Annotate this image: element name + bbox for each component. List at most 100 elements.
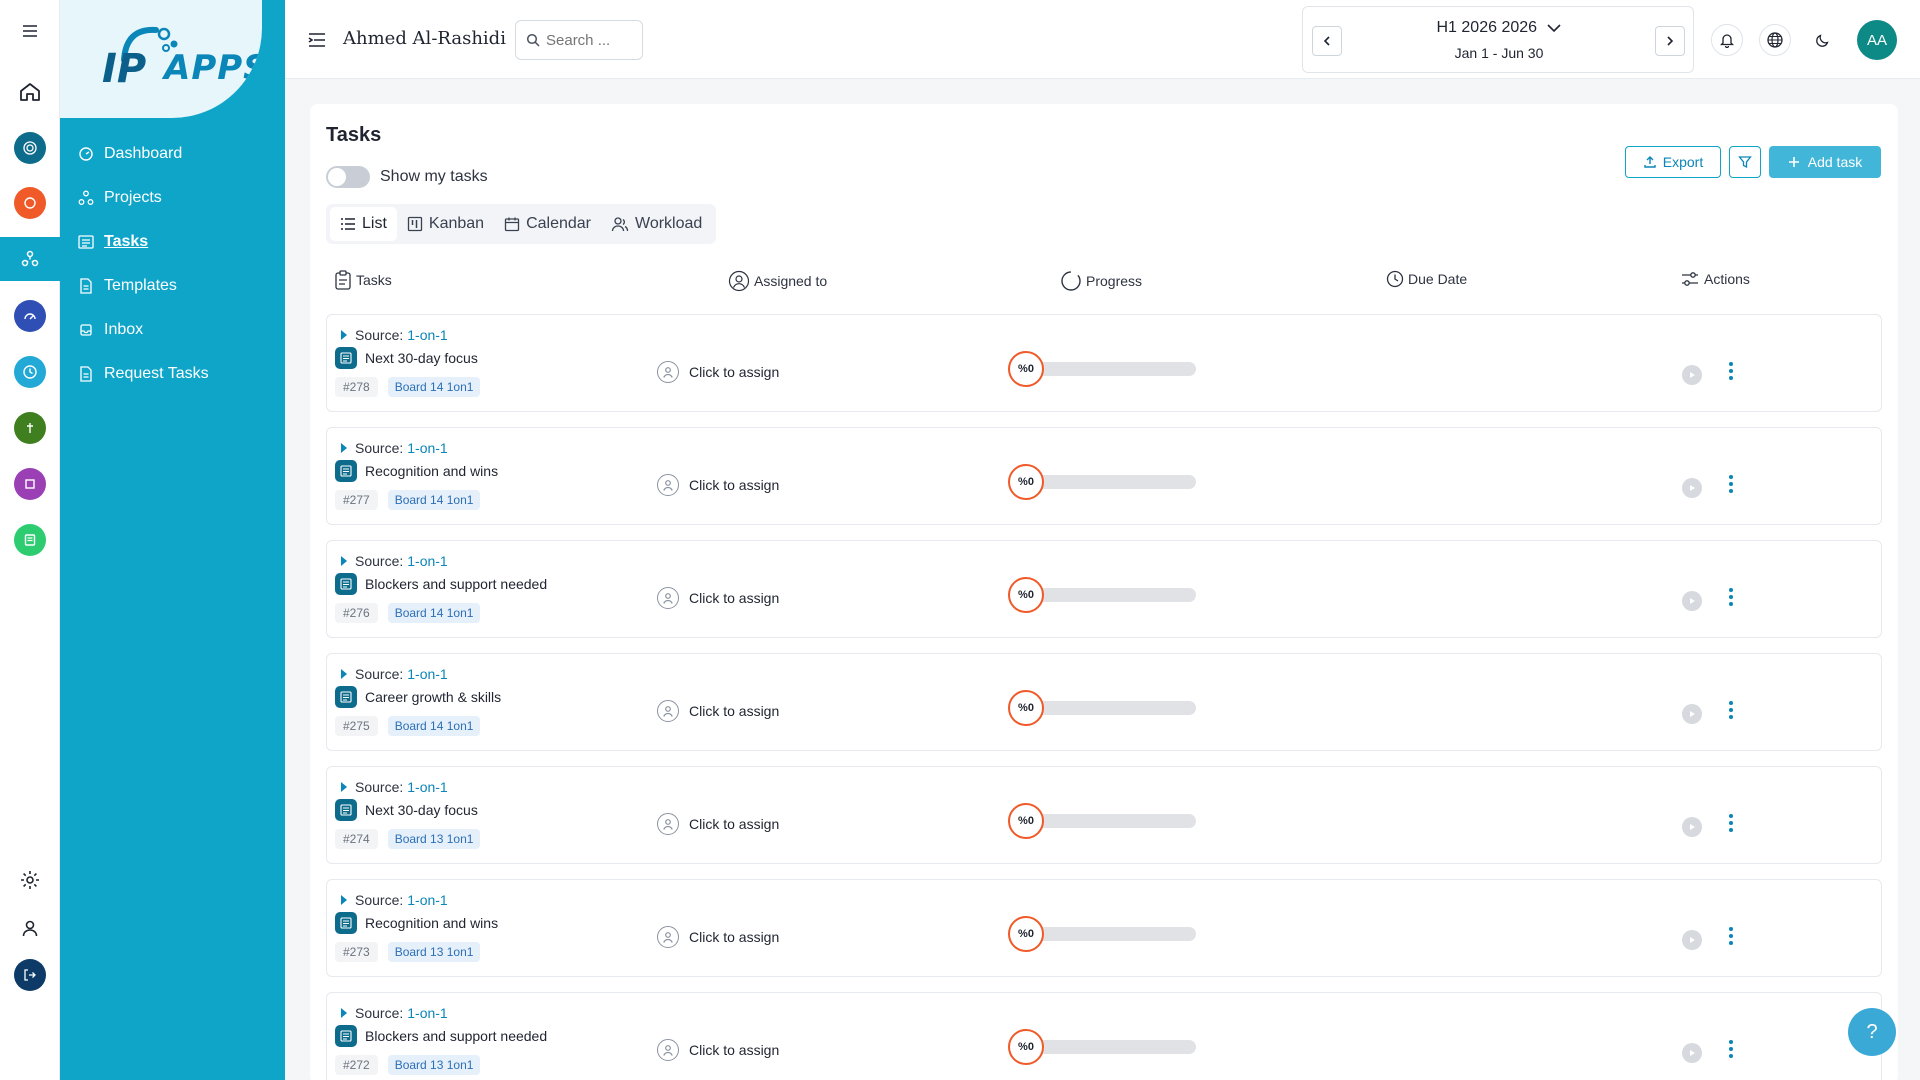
expand-caret-icon[interactable]: [341, 669, 347, 679]
sidebar-item-inbox[interactable]: Inbox: [60, 308, 285, 352]
more-options-icon[interactable]: [1719, 585, 1743, 609]
source-link[interactable]: 1-on-1: [407, 327, 447, 343]
filter-button[interactable]: [1729, 146, 1761, 178]
tasks-app-icon[interactable]: [0, 237, 60, 281]
task-title[interactable]: Next 30-day focus: [335, 347, 478, 369]
home-icon[interactable]: [0, 70, 60, 114]
sidebar-item-projects[interactable]: Projects: [60, 176, 285, 220]
more-options-icon[interactable]: [1719, 924, 1743, 948]
search-box[interactable]: [515, 20, 643, 60]
assign-button[interactable]: Click to assign: [657, 474, 779, 496]
sidebar-item-request-tasks[interactable]: Request Tasks: [60, 352, 285, 396]
more-options-icon[interactable]: [1719, 1037, 1743, 1061]
bell-icon[interactable]: [1711, 24, 1743, 56]
moon-icon[interactable]: [1807, 24, 1839, 56]
task-title[interactable]: Blockers and support needed: [335, 573, 547, 595]
sidebar-item-tasks[interactable]: Tasks: [60, 220, 285, 264]
user-placeholder-icon: [657, 474, 679, 496]
assign-button[interactable]: Click to assign: [657, 813, 779, 835]
source-link[interactable]: 1-on-1: [407, 779, 447, 795]
table-row[interactable]: Source: 1-on-1 Recognition and wins #273…: [326, 879, 1882, 977]
tab-list[interactable]: List: [330, 207, 397, 241]
sidebar-item-templates[interactable]: Templates: [60, 264, 285, 308]
progress-bar: %0: [1008, 803, 1208, 839]
more-options-icon[interactable]: [1719, 359, 1743, 383]
more-options-icon[interactable]: [1719, 472, 1743, 496]
tab-calendar[interactable]: Calendar: [494, 207, 601, 241]
task-title[interactable]: Recognition and wins: [335, 912, 498, 934]
task-title[interactable]: Blockers and support needed: [335, 1025, 547, 1047]
assign-button[interactable]: Click to assign: [657, 926, 779, 948]
export-button[interactable]: Export: [1625, 146, 1721, 178]
period-title[interactable]: H1 2026 2026: [1303, 19, 1695, 37]
board-badge[interactable]: Board 14 1on1: [387, 377, 481, 397]
source-link[interactable]: 1-on-1: [407, 553, 447, 569]
expand-caret-icon[interactable]: [341, 330, 347, 340]
sidebar-item-dashboard[interactable]: Dashboard: [60, 132, 285, 176]
board-badge[interactable]: Board 13 1on1: [387, 829, 481, 849]
table-row[interactable]: Source: 1-on-1 Recognition and wins #277…: [326, 427, 1882, 525]
expand-caret-icon[interactable]: [341, 895, 347, 905]
play-icon[interactable]: [1682, 930, 1702, 950]
show-my-tasks-switch[interactable]: [326, 166, 370, 188]
expand-caret-icon[interactable]: [341, 782, 347, 792]
source-link[interactable]: 1-on-1: [407, 892, 447, 908]
search-input[interactable]: [546, 31, 636, 49]
green-app-icon[interactable]: [0, 406, 60, 450]
tab-kanban[interactable]: Kanban: [397, 207, 494, 241]
table-row[interactable]: Source: 1-on-1 Next 30-day focus #274 Bo…: [326, 766, 1882, 864]
source-link[interactable]: 1-on-1: [407, 1005, 447, 1021]
expand-caret-icon[interactable]: [341, 1008, 347, 1018]
board-badge[interactable]: Board 13 1on1: [387, 1055, 481, 1075]
board-badge[interactable]: Board 14 1on1: [387, 716, 481, 736]
icon-rail: [0, 0, 60, 1080]
more-options-icon[interactable]: [1719, 811, 1743, 835]
table-row[interactable]: Source: 1-on-1 Blockers and support need…: [326, 540, 1882, 638]
settings-icon[interactable]: [0, 858, 60, 902]
board-badge[interactable]: Board 13 1on1: [387, 942, 481, 962]
assign-button[interactable]: Click to assign: [657, 361, 779, 383]
table-row[interactable]: Source: 1-on-1 Blockers and support need…: [326, 992, 1882, 1080]
add-task-button[interactable]: Add task: [1769, 146, 1881, 178]
user-icon[interactable]: [0, 906, 60, 950]
play-icon[interactable]: [1682, 591, 1702, 611]
orange-app-icon[interactable]: [0, 181, 60, 225]
play-icon[interactable]: [1682, 365, 1702, 385]
globe-icon[interactable]: [1759, 24, 1791, 56]
play-icon[interactable]: [1682, 704, 1702, 724]
avatar[interactable]: AA: [1857, 20, 1897, 60]
tab-workload[interactable]: Workload: [601, 207, 712, 241]
logout-icon[interactable]: [0, 953, 60, 997]
task-title[interactable]: Recognition and wins: [335, 460, 498, 482]
assign-button[interactable]: Click to assign: [657, 700, 779, 722]
purple-app-icon[interactable]: [0, 462, 60, 506]
play-icon[interactable]: [1682, 1043, 1702, 1063]
more-options-icon[interactable]: [1719, 698, 1743, 722]
collapse-menu-icon[interactable]: [305, 28, 329, 52]
board-badge[interactable]: Board 14 1on1: [387, 490, 481, 510]
assign-button[interactable]: Click to assign: [657, 1039, 779, 1061]
source-link[interactable]: 1-on-1: [407, 666, 447, 682]
target-app-icon[interactable]: [0, 126, 60, 170]
doc-app-icon[interactable]: [0, 518, 60, 562]
logo[interactable]: IP APPS: [60, 0, 262, 118]
next-period-button[interactable]: [1655, 26, 1685, 56]
expand-caret-icon[interactable]: [341, 443, 347, 453]
clock-app-icon[interactable]: [0, 350, 60, 394]
menu-icon[interactable]: [0, 9, 60, 53]
gauge-app-icon[interactable]: [0, 294, 60, 338]
source-link[interactable]: 1-on-1: [407, 440, 447, 456]
table-row[interactable]: Source: 1-on-1 Career growth & skills #2…: [326, 653, 1882, 751]
task-title[interactable]: Career growth & skills: [335, 686, 501, 708]
table-row[interactable]: Source: 1-on-1 Next 30-day focus #278 Bo…: [326, 314, 1882, 412]
board-badge[interactable]: Board 14 1on1: [387, 603, 481, 623]
view-tabs: List Kanban Calendar Workload: [326, 204, 717, 244]
logo-prefix: IP: [102, 46, 147, 92]
play-icon[interactable]: [1682, 478, 1702, 498]
task-number: #276: [335, 603, 378, 623]
expand-caret-icon[interactable]: [341, 556, 347, 566]
play-icon[interactable]: [1682, 817, 1702, 837]
help-button[interactable]: ?: [1848, 1008, 1896, 1056]
assign-button[interactable]: Click to assign: [657, 587, 779, 609]
task-title[interactable]: Next 30-day focus: [335, 799, 478, 821]
